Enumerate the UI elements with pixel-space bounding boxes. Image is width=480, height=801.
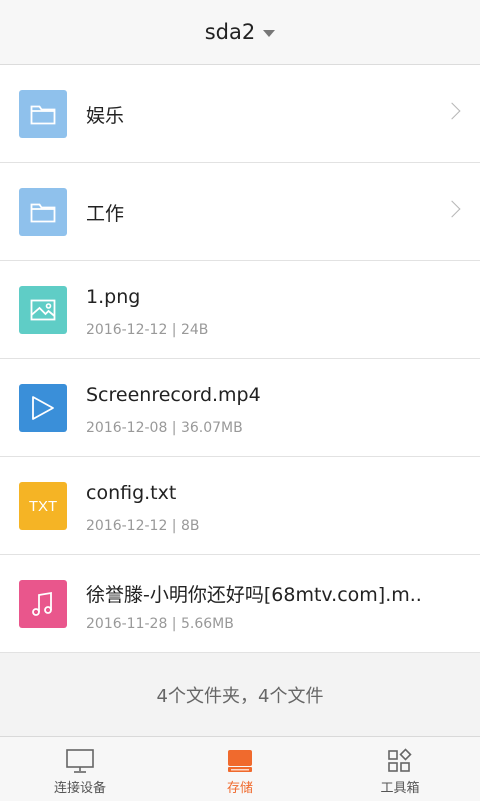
folder-icon <box>19 188 67 236</box>
item-name: 徐誉滕-小明你还好吗[68mtv.com].m.. <box>86 584 422 606</box>
image-file-icon <box>19 286 67 334</box>
list-item-file-png[interactable]: 1.png 2016-12-12 | 24B <box>0 261 480 359</box>
storage-selector[interactable]: sda2 <box>205 20 256 44</box>
item-name: 娱乐 <box>86 105 125 127</box>
list-item-file-music[interactable]: 徐誉滕-小明你还好吗[68mtv.com].m.. 2016-11-28 | 5… <box>0 555 480 653</box>
item-count-summary: 4个文件夹，4个文件 <box>156 686 324 707</box>
music-file-icon <box>19 580 67 628</box>
dropdown-caret-icon[interactable] <box>263 29 276 37</box>
monitor-icon <box>65 747 95 775</box>
list-item-file-mp4[interactable]: Screenrecord.mp4 2016-12-08 | 36.07MB <box>0 359 480 457</box>
tab-connect-device[interactable]: 连接设备 <box>0 737 160 801</box>
video-file-icon <box>19 384 67 432</box>
item-meta: 2016-11-28 | 5.66MB <box>86 616 234 632</box>
file-list: 娱乐 工作 1.png 2016-12-12 | 24B Screenrecor… <box>0 65 480 653</box>
item-name: Screenrecord.mp4 <box>86 384 261 406</box>
folder-icon <box>19 90 67 138</box>
item-name: 工作 <box>86 203 125 225</box>
bottom-tab-bar: 连接设备 存储 工具箱 <box>0 736 480 801</box>
item-name: config.txt <box>86 482 177 504</box>
tab-label: 存储 <box>226 781 253 796</box>
txt-icon-label: TXT <box>28 497 58 515</box>
header-bar: sda2 <box>0 0 480 65</box>
item-meta: 2016-12-08 | 36.07MB <box>86 420 243 436</box>
item-meta: 2016-12-12 | 8B <box>86 518 200 534</box>
chevron-right-icon <box>443 102 461 120</box>
tab-storage[interactable]: 存储 <box>160 737 320 801</box>
chevron-right-icon <box>443 200 461 218</box>
list-item-folder-entertainment[interactable]: 娱乐 <box>0 65 480 163</box>
tab-toolbox[interactable]: 工具箱 <box>320 737 480 801</box>
storage-icon <box>226 747 254 775</box>
item-name: 1.png <box>86 286 141 308</box>
list-item-file-txt[interactable]: TXT config.txt 2016-12-12 | 8B <box>0 457 480 555</box>
text-file-icon: TXT <box>19 482 67 530</box>
item-meta: 2016-12-12 | 24B <box>86 322 209 338</box>
tab-label: 连接设备 <box>53 781 106 796</box>
list-item-folder-work[interactable]: 工作 <box>0 163 480 261</box>
tab-label: 工具箱 <box>380 781 420 796</box>
toolbox-icon <box>386 747 414 775</box>
